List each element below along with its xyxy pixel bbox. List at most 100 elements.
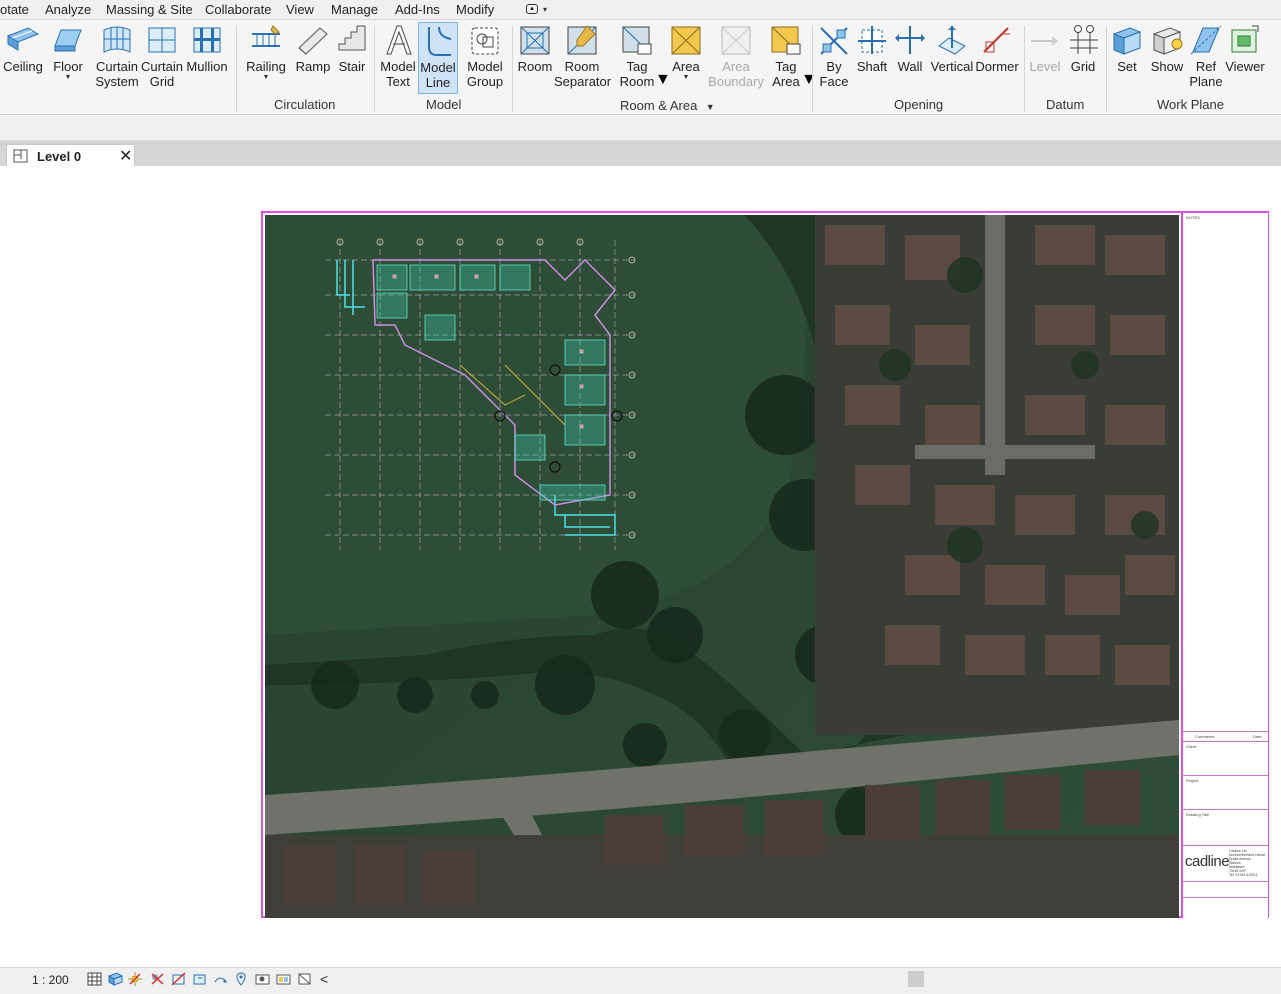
sun-path-icon[interactable] bbox=[128, 972, 143, 986]
collapse-arrow[interactable]: < bbox=[320, 971, 328, 987]
grid-icon bbox=[1070, 25, 1098, 54]
level-icon bbox=[1031, 36, 1058, 46]
model-text-button[interactable]: Model Text bbox=[378, 22, 418, 94]
dormer-label: Dormer bbox=[975, 59, 1019, 74]
curtain-system-button[interactable]: Curtain System bbox=[94, 22, 140, 94]
dormer-icon bbox=[983, 27, 1010, 53]
comments-label: Comments bbox=[1195, 734, 1215, 739]
temporary-view-properties-icon[interactable] bbox=[276, 972, 291, 986]
by-face-button[interactable]: By Face bbox=[814, 22, 854, 94]
panel-label-opening: Opening bbox=[894, 97, 944, 112]
area-icon bbox=[671, 26, 701, 55]
tag-room-icon bbox=[622, 26, 652, 55]
ribbon-minimize-icon[interactable]: ▴ bbox=[526, 4, 538, 14]
menu-tab-modify[interactable]: Modify bbox=[456, 2, 494, 17]
menu-tab-annotate[interactable]: otate bbox=[0, 2, 29, 17]
vertical-opening-button[interactable]: Vertical bbox=[930, 22, 974, 94]
menu-tab-manage[interactable]: Manage bbox=[331, 2, 378, 17]
detail-level-icon[interactable] bbox=[87, 972, 102, 986]
title-block-line bbox=[1183, 809, 1269, 810]
set-button[interactable]: Set bbox=[1108, 22, 1146, 94]
floor-dropdown-icon[interactable]: ▼ bbox=[48, 74, 88, 82]
menu-tab-collaborate[interactable]: Collaborate bbox=[205, 2, 272, 17]
view-scale[interactable]: 1 : 200 bbox=[32, 973, 69, 987]
curtain-system-icon bbox=[103, 26, 131, 53]
reveal-hidden-icon[interactable] bbox=[255, 972, 270, 986]
cadline-logo: cadline bbox=[1185, 853, 1230, 870]
stair-icon bbox=[338, 25, 366, 51]
viewer-button[interactable]: Viewer bbox=[1224, 22, 1266, 94]
level-label: Level bbox=[1029, 59, 1061, 74]
model-group-button[interactable]: Model Group bbox=[462, 22, 508, 94]
area-button[interactable]: Area ▼ bbox=[664, 22, 708, 94]
horizontal-scrollbar-thumb[interactable] bbox=[908, 971, 924, 987]
panel-label-circulation: Circulation bbox=[274, 97, 336, 112]
model-line-button[interactable]: Model Line bbox=[418, 22, 458, 94]
ramp-icon bbox=[298, 27, 328, 55]
temporary-hide-icon[interactable] bbox=[234, 972, 249, 986]
curtain-grid-label-2: Grid bbox=[149, 74, 175, 89]
railing-dropdown-icon[interactable]: ▼ bbox=[242, 74, 290, 82]
level-button[interactable]: Level bbox=[1026, 22, 1064, 94]
area-boundary-button[interactable]: Area Boundary bbox=[708, 22, 764, 94]
aerial-site-image bbox=[265, 215, 1179, 918]
ref-plane-button[interactable]: Ref Plane bbox=[1188, 22, 1224, 94]
unlocked-3d-view-icon[interactable] bbox=[213, 972, 228, 986]
room-icon bbox=[520, 26, 550, 55]
grid-button[interactable]: Grid bbox=[1064, 22, 1102, 94]
title-block-line bbox=[1183, 731, 1269, 732]
analytical-model-icon[interactable] bbox=[297, 972, 312, 986]
tag-area-button[interactable]: Tag Area bbox=[766, 22, 806, 94]
panel-separator bbox=[374, 26, 375, 112]
ribbon: Ceiling Floor ▼ Curtain System Curtain G… bbox=[0, 20, 1281, 115]
title-block-line bbox=[1183, 881, 1269, 882]
visual-style-icon[interactable] bbox=[108, 972, 123, 986]
crop-view-icon[interactable] bbox=[171, 972, 186, 986]
area-boundary-label: Area bbox=[722, 59, 750, 74]
menu-tab-view[interactable]: View bbox=[286, 2, 314, 17]
set-icon bbox=[1112, 27, 1142, 55]
ceiling-button[interactable]: Ceiling bbox=[2, 22, 44, 94]
dormer-button[interactable]: Dormer bbox=[974, 22, 1020, 94]
railing-button[interactable]: Railing ▼ bbox=[242, 22, 290, 94]
shaft-button[interactable]: Shaft bbox=[854, 22, 890, 94]
show-label: Show bbox=[1150, 59, 1184, 74]
menu-tab-add-ins[interactable]: Add-Ins bbox=[395, 2, 440, 17]
show-button[interactable]: Show bbox=[1146, 22, 1188, 94]
room-button[interactable]: Room bbox=[516, 22, 554, 94]
curtain-system-label-2: System bbox=[95, 74, 139, 89]
mullion-button[interactable]: Mullion bbox=[184, 22, 230, 94]
menu-tab-massing-site[interactable]: Massing & Site bbox=[106, 2, 193, 17]
title-block-line bbox=[1183, 741, 1269, 742]
room-area-panel-title[interactable]: Room & Area ▼ bbox=[620, 97, 715, 115]
show-crop-region-icon[interactable] bbox=[192, 972, 207, 986]
drawing-canvas[interactable]: NOTES Comments Date Client Project Drawi… bbox=[5, 166, 1281, 967]
shadows-icon[interactable] bbox=[150, 972, 165, 986]
panel-label-room-area: Room & Area bbox=[620, 98, 698, 113]
menu-tab-analyze[interactable]: Analyze bbox=[45, 2, 91, 17]
ceiling-icon bbox=[6, 27, 40, 51]
room-separator-button[interactable]: Room Separator bbox=[554, 22, 612, 94]
stair-button[interactable]: Stair bbox=[334, 22, 370, 94]
shaft-label: Shaft bbox=[856, 59, 888, 74]
area-dropdown-icon[interactable]: ▼ bbox=[664, 74, 708, 82]
tag-room-button[interactable]: Tag Room bbox=[614, 22, 660, 94]
floor-button[interactable]: Floor ▼ bbox=[48, 22, 88, 94]
title-block: NOTES Comments Date Client Project Drawi… bbox=[1181, 213, 1269, 918]
set-label: Set bbox=[1117, 59, 1137, 74]
menu-bar: otate Analyze Massing & Site Collaborate… bbox=[0, 0, 1281, 20]
ramp-button[interactable]: Ramp bbox=[292, 22, 334, 94]
tag-area-icon bbox=[771, 26, 801, 55]
ribbon-minimize-dropdown-icon[interactable]: ▾ bbox=[543, 5, 547, 14]
model-group-label-2: Group bbox=[466, 74, 504, 89]
wall-opening-button[interactable]: Wall bbox=[892, 22, 928, 94]
view-tab-level-0[interactable]: Level 0 ✕ bbox=[6, 144, 135, 166]
close-icon[interactable]: ✕ bbox=[119, 146, 132, 166]
curtain-grid-button[interactable]: Curtain Grid bbox=[140, 22, 184, 94]
room-separator-label-2: Separator bbox=[554, 74, 612, 89]
room-area-dropdown-icon[interactable]: ▼ bbox=[706, 102, 715, 112]
area-label: Area bbox=[672, 59, 700, 74]
area-boundary-icon bbox=[721, 26, 751, 55]
panel-label-work-plane: Work Plane bbox=[1157, 97, 1224, 112]
mullion-label: Mullion bbox=[186, 59, 228, 74]
